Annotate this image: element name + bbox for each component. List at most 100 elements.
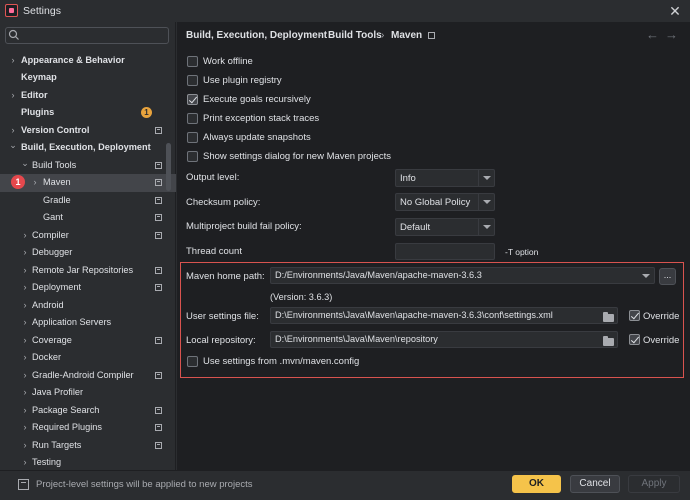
sidebar-item-java-profiler[interactable]: › Java Profiler bbox=[0, 384, 176, 402]
chevron-down-icon bbox=[478, 194, 494, 210]
apply-button[interactable]: Apply bbox=[628, 475, 680, 493]
search-input[interactable] bbox=[5, 27, 169, 44]
sidebar-item-debugger[interactable]: › Debugger bbox=[0, 244, 176, 262]
sidebar-item-keymap[interactable]: Keymap bbox=[0, 69, 176, 87]
chevron-right-icon[interactable]: › bbox=[20, 297, 30, 314]
forward-arrow-icon[interactable]: → bbox=[665, 27, 678, 42]
user-settings-value: D:\Environments\Java\Maven\apache-maven-… bbox=[275, 310, 553, 320]
chevron-right-icon[interactable]: › bbox=[20, 349, 30, 366]
chevron-right-icon[interactable]: › bbox=[20, 279, 30, 296]
sidebar-item-maven[interactable]: › Maven 1 bbox=[0, 174, 176, 192]
chevron-right-icon[interactable]: › bbox=[20, 244, 30, 261]
sidebar-item-label: Run Targets bbox=[32, 440, 82, 450]
maven-home-value: D:/Environments/Java/Maven/apache-maven-… bbox=[275, 270, 482, 280]
option-checkbox[interactable] bbox=[187, 132, 198, 143]
chevron-down-icon bbox=[478, 219, 494, 235]
sidebar-scrollbar[interactable] bbox=[166, 143, 171, 191]
project-scope-icon bbox=[155, 407, 162, 414]
output-level-dropdown[interactable]: Info bbox=[395, 169, 495, 187]
fail-policy-dropdown[interactable]: Default bbox=[395, 218, 495, 236]
sidebar-item-deployment[interactable]: › Deployment bbox=[0, 279, 176, 297]
breadcrumb-item: Maven bbox=[391, 30, 423, 41]
mvn-config-label: Use settings from .mvn/maven.config bbox=[203, 356, 360, 367]
chevron-right-icon[interactable]: › bbox=[20, 384, 30, 401]
sidebar-item-required-plugins[interactable]: › Required Plugins bbox=[0, 419, 176, 437]
option-checkbox[interactable] bbox=[187, 75, 198, 86]
folder-icon[interactable] bbox=[603, 312, 614, 322]
breadcrumb-separator: › bbox=[381, 30, 385, 41]
sidebar-item-docker[interactable]: › Docker bbox=[0, 349, 176, 367]
sidebar-item-compiler[interactable]: › Compiler bbox=[0, 227, 176, 245]
close-icon[interactable]: ✕ bbox=[666, 2, 684, 20]
sidebar-item-coverage[interactable]: › Coverage bbox=[0, 332, 176, 350]
chevron-down-icon[interactable]: ⌄ bbox=[20, 157, 30, 174]
sidebar-item-gradle[interactable]: Gradle bbox=[0, 192, 176, 210]
local-repository-input[interactable]: D:\Environments\Java\Maven\repository bbox=[270, 331, 618, 348]
ok-button[interactable]: OK bbox=[512, 475, 561, 493]
thread-count-input[interactable] bbox=[395, 243, 495, 260]
sidebar-item-version-control[interactable]: › Version Control bbox=[0, 122, 176, 140]
sidebar-item-label: Package Search bbox=[32, 405, 100, 415]
breadcrumb-item[interactable]: Build, Execution, Deployment bbox=[186, 30, 327, 41]
chevron-right-icon[interactable]: › bbox=[20, 262, 30, 279]
chevron-right-icon[interactable]: › bbox=[20, 454, 30, 471]
override-settings-checkbox[interactable] bbox=[629, 310, 640, 321]
sidebar-item-plugins[interactable]: Plugins 1 bbox=[0, 104, 176, 122]
project-scope-icon bbox=[18, 479, 29, 490]
chevron-down-icon[interactable]: ⌄ bbox=[8, 139, 18, 156]
sidebar-item-run-targets[interactable]: › Run Targets bbox=[0, 437, 176, 455]
sidebar-item-testing[interactable]: › Testing bbox=[0, 454, 176, 472]
mvn-config-checkbox[interactable] bbox=[187, 356, 198, 367]
chevron-right-icon[interactable]: › bbox=[20, 437, 30, 454]
option-label: Execute goals recursively bbox=[203, 94, 311, 105]
chevron-right-icon[interactable]: › bbox=[20, 227, 30, 244]
back-arrow-icon[interactable]: ← bbox=[646, 27, 659, 42]
sidebar-item-application-servers[interactable]: › Application Servers bbox=[0, 314, 176, 332]
chevron-right-icon[interactable]: › bbox=[8, 122, 18, 139]
option-checkbox[interactable] bbox=[187, 56, 198, 67]
sidebar-item-label: Gradle bbox=[43, 195, 71, 205]
checksum-policy-dropdown[interactable]: No Global Policy bbox=[395, 193, 495, 211]
sidebar-item-editor[interactable]: › Editor bbox=[0, 87, 176, 105]
maven-home-label: Maven home path: bbox=[186, 271, 265, 282]
option-checkbox[interactable] bbox=[187, 113, 198, 124]
chevron-right-icon[interactable]: › bbox=[20, 367, 30, 384]
chevron-right-icon[interactable]: › bbox=[8, 52, 18, 69]
sidebar-item-android[interactable]: › Android bbox=[0, 297, 176, 315]
output-level-label: Output level: bbox=[186, 172, 240, 183]
option-checkbox[interactable] bbox=[187, 151, 198, 162]
sidebar-item-label: Debugger bbox=[32, 247, 73, 257]
sidebar-item-label: Testing bbox=[32, 457, 62, 467]
sidebar-item-package-search[interactable]: › Package Search bbox=[0, 402, 176, 420]
option-label: Use plugin registry bbox=[203, 75, 282, 86]
thread-count-label: Thread count bbox=[186, 246, 242, 257]
option-label: Work offline bbox=[203, 56, 253, 67]
project-scope-icon bbox=[155, 442, 162, 449]
sidebar-item-gradle-android-compiler[interactable]: › Gradle-Android Compiler bbox=[0, 367, 176, 385]
browse-button[interactable]: ... bbox=[659, 268, 676, 285]
chevron-right-icon[interactable]: › bbox=[20, 419, 30, 436]
project-scope-icon bbox=[428, 32, 435, 39]
breadcrumb-item[interactable]: Build Tools bbox=[328, 30, 382, 41]
chevron-right-icon[interactable]: › bbox=[20, 332, 30, 349]
user-settings-input[interactable]: D:\Environments\Java\Maven\apache-maven-… bbox=[270, 307, 618, 324]
sidebar-item-gant[interactable]: Gant bbox=[0, 209, 176, 227]
sidebar-item-remote-jar-repositories[interactable]: › Remote Jar Repositories bbox=[0, 262, 176, 280]
sidebar-item-build-execution-deployment[interactable]: ⌄ Build, Execution, Deployment bbox=[0, 139, 176, 157]
override-repository-checkbox[interactable] bbox=[629, 334, 640, 345]
search-icon bbox=[8, 29, 19, 40]
chevron-right-icon[interactable]: › bbox=[20, 402, 30, 419]
sidebar-item-build-tools[interactable]: ⌄ Build Tools bbox=[0, 157, 176, 175]
chevron-right-icon[interactable]: › bbox=[20, 314, 30, 331]
sidebar-item-label: Gradle-Android Compiler bbox=[32, 370, 134, 380]
sidebar-item-appearance-behavior[interactable]: › Appearance & Behavior bbox=[0, 52, 176, 70]
maven-home-input[interactable]: D:/Environments/Java/Maven/apache-maven-… bbox=[270, 267, 655, 284]
project-scope-icon bbox=[155, 214, 162, 221]
local-repository-value: D:\Environments\Java\Maven\repository bbox=[275, 334, 438, 344]
project-scope-icon bbox=[155, 197, 162, 204]
cancel-button[interactable]: Cancel bbox=[570, 475, 620, 493]
option-checkbox[interactable] bbox=[187, 94, 198, 105]
chevron-right-icon[interactable]: › bbox=[30, 174, 40, 191]
chevron-right-icon[interactable]: › bbox=[8, 87, 18, 104]
folder-icon[interactable] bbox=[603, 336, 614, 346]
